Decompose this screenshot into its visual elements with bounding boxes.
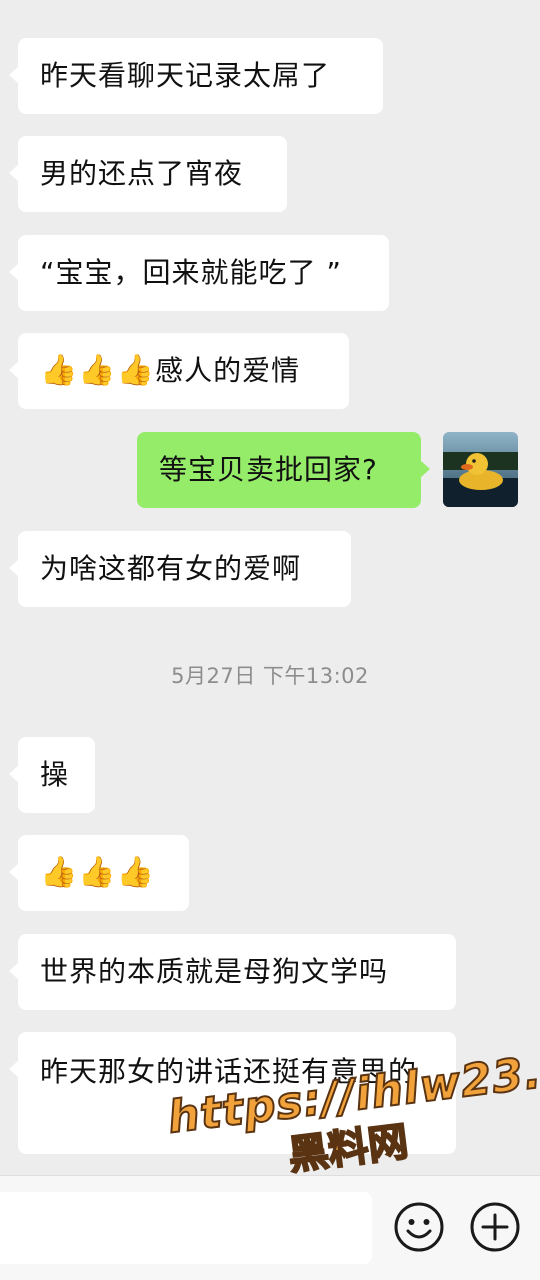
message-bubble[interactable]: 昨天看聊天记录太屌了 <box>9 38 383 114</box>
message-bubble-sent[interactable]: 等宝贝卖批回家? <box>137 432 430 508</box>
message-text: 男的还点了宵夜 <box>40 157 244 190</box>
message-bubble[interactable]: 男的还点了宵夜 <box>9 136 287 212</box>
message-text: 昨天那女的讲话还挺有意思的 <box>40 1055 418 1088</box>
message-text: 感人的爱情 <box>155 354 301 387</box>
message-bubble[interactable]: “宝宝，回来就能吃了 ” <box>9 235 389 311</box>
avatar[interactable] <box>443 432 518 507</box>
plus-circle-icon[interactable] <box>469 1201 521 1253</box>
message-bubble[interactable]: 昨天那女的讲话还挺有意思的 <box>9 1032 456 1154</box>
thumbs-up-icon: 👍👍👍 <box>40 855 156 890</box>
message-bubble[interactable]: 👍👍👍感人的爱情 <box>9 333 349 409</box>
message-text: 操 <box>40 758 70 791</box>
message-text: 为啥这都有女的爱啊 <box>40 552 302 585</box>
message-input[interactable] <box>0 1192 372 1264</box>
message-bubble[interactable]: 世界的本质就是母狗文学吗 <box>9 934 456 1010</box>
message-text: “宝宝，回来就能吃了 ” <box>40 256 342 289</box>
message-timestamp: 5月27日 下午13:02 <box>171 664 369 688</box>
message-bubble[interactable]: 👍👍👍 <box>9 835 189 911</box>
chat-area[interactable]: 昨天看聊天记录太屌了 男的还点了宵夜 “宝宝，回来就能吃了 ” 👍👍👍感人的爱情… <box>0 0 540 1180</box>
message-bubble[interactable]: 操 <box>9 737 95 813</box>
input-bar <box>0 1175 540 1280</box>
message-text: 等宝贝卖批回家? <box>159 453 378 486</box>
message-text: 昨天看聊天记录太屌了 <box>40 59 331 92</box>
rubber-duck-avatar-icon <box>443 432 518 507</box>
message-bubble[interactable]: 为啥这都有女的爱啊 <box>9 531 351 607</box>
thumbs-up-icon: 👍👍👍 <box>40 353 156 388</box>
message-text: 世界的本质就是母狗文学吗 <box>40 955 389 988</box>
smiley-icon[interactable] <box>393 1201 445 1253</box>
